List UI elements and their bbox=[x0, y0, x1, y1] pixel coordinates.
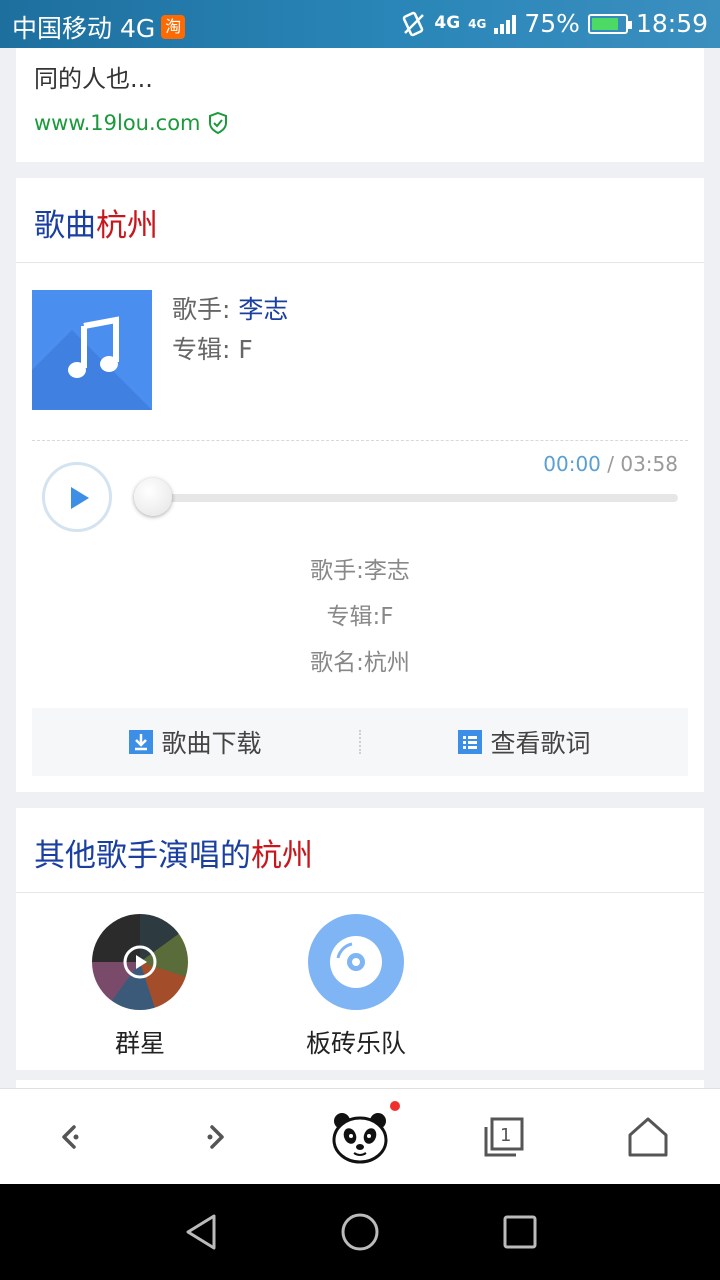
dashed-divider bbox=[32, 440, 688, 441]
network-4g-small-label: 4G bbox=[468, 16, 487, 31]
circle-home-icon bbox=[341, 1213, 379, 1251]
taobao-badge-icon: 淘 bbox=[161, 15, 186, 39]
download-label: 歌曲下载 bbox=[161, 729, 262, 758]
system-nav-bar bbox=[0, 1184, 720, 1280]
square-recent-icon bbox=[503, 1215, 537, 1249]
system-back-button[interactable] bbox=[176, 1208, 224, 1256]
signal-bars-icon bbox=[494, 14, 517, 34]
other-title-prefix: 其他歌手演唱的 bbox=[34, 838, 251, 874]
result-source-url[interactable]: www.19lou.com bbox=[34, 111, 201, 135]
tabs-count: 1 bbox=[500, 1125, 512, 1146]
time-separator: / bbox=[600, 452, 621, 476]
tabs-button[interactable]: 1 bbox=[474, 1107, 534, 1167]
info-song: 歌名:杭州 bbox=[310, 650, 410, 676]
status-left: 中国移动 4G 淘 bbox=[12, 9, 186, 45]
song-card-header[interactable]: 歌曲杭州 bbox=[16, 178, 704, 263]
progress-knob[interactable] bbox=[134, 478, 172, 516]
artist-name[interactable]: 板砖乐队 bbox=[276, 1024, 436, 1060]
search-result-card[interactable]: 同的人也... www.19lou.com bbox=[16, 48, 704, 162]
play-circle-icon bbox=[123, 945, 157, 979]
panda-menu-button[interactable] bbox=[330, 1107, 390, 1167]
album-art[interactable] bbox=[32, 290, 152, 410]
album-row: 专辑: F bbox=[172, 335, 253, 364]
time-total: 03:58 bbox=[620, 452, 678, 476]
lyrics-button[interactable]: 查看歌词 bbox=[361, 724, 688, 760]
song-card: 歌曲杭州 歌手: 李志 专辑: F 00:00 / 03:58 歌手:李志 专辑… bbox=[16, 178, 704, 792]
carrier-label: 中国移动 4G bbox=[12, 14, 156, 43]
status-bar: 中国移动 4G 淘 4G 4G 75% 18:59 bbox=[0, 0, 720, 48]
song-meta: 歌手: 李志 专辑: F bbox=[172, 290, 288, 370]
chevron-right-icon bbox=[207, 1125, 224, 1149]
info-album: 专辑:F bbox=[326, 604, 394, 630]
time-current: 00:00 bbox=[543, 452, 601, 476]
forward-button[interactable] bbox=[186, 1107, 246, 1167]
singer-label: 歌手: bbox=[172, 295, 239, 324]
song-info-lines: 歌手:李志 专辑:F 歌名:杭州 bbox=[16, 548, 704, 686]
artist-list: 群星 板砖乐队 bbox=[16, 914, 704, 1064]
other-singers-title[interactable]: 其他歌手演唱的杭州 bbox=[34, 830, 313, 875]
singer-link[interactable]: 李志 bbox=[238, 295, 288, 324]
clock: 18:59 bbox=[635, 9, 708, 38]
battery-percent: 75% bbox=[524, 9, 580, 38]
other-title-highlight: 杭州 bbox=[251, 838, 313, 874]
system-home-button[interactable] bbox=[336, 1208, 384, 1256]
song-actions: 歌曲下载 查看歌词 bbox=[32, 708, 688, 776]
browser-toolbar: 1 bbox=[0, 1088, 720, 1185]
artist-name[interactable]: 群星 bbox=[60, 1024, 220, 1060]
home-icon bbox=[628, 1117, 668, 1157]
panda-icon bbox=[332, 1113, 388, 1164]
system-recent-button[interactable] bbox=[496, 1208, 544, 1256]
battery-icon bbox=[587, 13, 632, 34]
shield-check-icon bbox=[208, 111, 227, 135]
music-note-icon bbox=[68, 316, 119, 378]
list-icon bbox=[458, 730, 483, 754]
notification-dot bbox=[390, 1101, 400, 1111]
artist-avatar[interactable] bbox=[92, 914, 188, 1010]
download-button[interactable]: 歌曲下载 bbox=[32, 724, 359, 760]
disc-icon bbox=[330, 936, 382, 988]
playback-time: 00:00 / 03:58 bbox=[543, 452, 678, 476]
progress-track[interactable] bbox=[138, 494, 678, 502]
home-button[interactable] bbox=[618, 1107, 678, 1167]
lyrics-label: 查看歌词 bbox=[490, 729, 591, 758]
download-icon bbox=[129, 730, 154, 754]
other-singers-header[interactable]: 其他歌手演唱的杭州 bbox=[16, 808, 704, 893]
triangle-back-icon bbox=[186, 1214, 216, 1250]
other-singers-card: 其他歌手演唱的杭州 群星 板砖乐队 bbox=[16, 808, 704, 1070]
vibrate-icon bbox=[403, 11, 425, 36]
status-right: 4G 4G 75% 18:59 bbox=[402, 9, 708, 38]
artist-item[interactable]: 板砖乐队 bbox=[276, 914, 436, 1060]
artist-avatar[interactable] bbox=[308, 914, 404, 1010]
singer-row: 歌手: 李志 bbox=[172, 290, 288, 330]
info-singer: 歌手:李志 bbox=[310, 558, 410, 584]
song-title-highlight: 杭州 bbox=[96, 208, 158, 244]
artist-item[interactable]: 群星 bbox=[60, 914, 220, 1060]
play-button[interactable] bbox=[42, 462, 112, 532]
play-icon bbox=[71, 487, 89, 509]
result-source-row[interactable]: www.19lou.com bbox=[34, 111, 229, 135]
chevron-left-icon bbox=[62, 1125, 79, 1149]
back-button[interactable] bbox=[40, 1107, 100, 1167]
result-snippet: 同的人也... bbox=[34, 65, 153, 93]
song-title-prefix: 歌曲 bbox=[34, 208, 96, 244]
network-4g-label: 4G bbox=[434, 13, 461, 33]
song-card-title[interactable]: 歌曲杭州 bbox=[34, 200, 158, 245]
